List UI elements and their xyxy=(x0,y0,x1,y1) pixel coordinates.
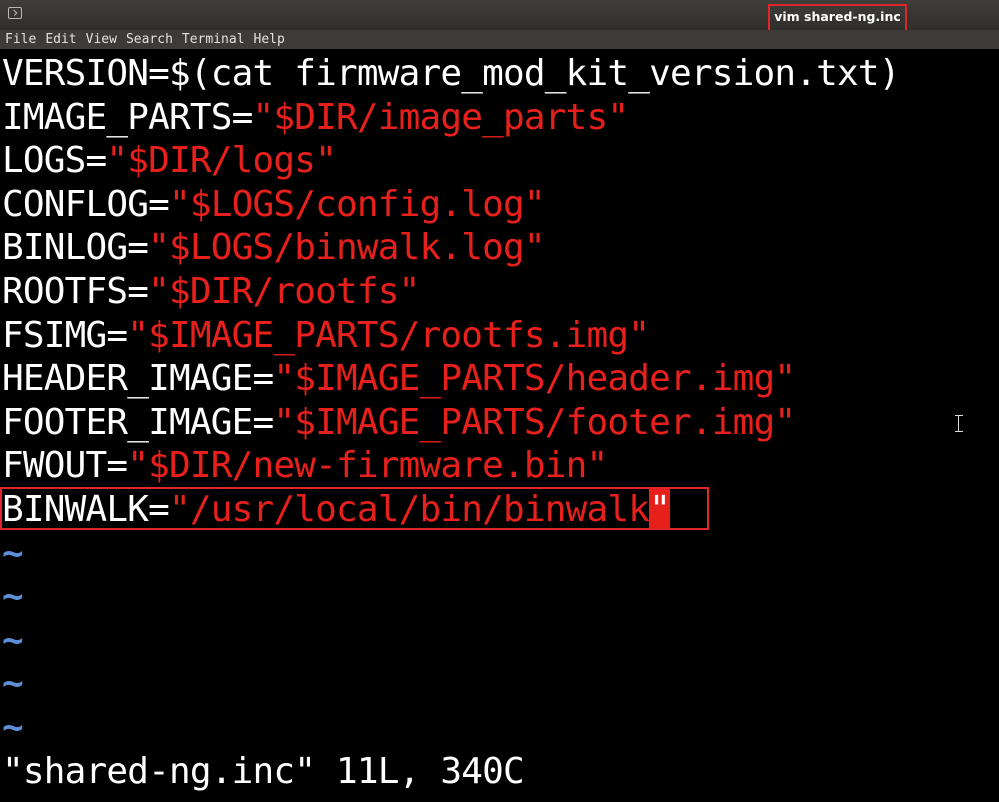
menu-bar: File Edit View Search Terminal Help xyxy=(0,30,999,49)
empty-line-marker: ~ xyxy=(2,532,24,574)
variable-name: ROOTFS= xyxy=(2,270,149,312)
variable-name: FOOTER_IMAGE= xyxy=(2,401,274,443)
empty-line-marker: ~ xyxy=(2,619,24,661)
variable-name: HEADER_IMAGE= xyxy=(2,358,274,400)
string-value: "/usr/local/bin/binwalk xyxy=(169,488,650,530)
code-line: BINLOG="$LOGS/binwalk.log" xyxy=(2,226,997,270)
string-value: "$IMAGE_PARTS/footer.img" xyxy=(273,401,796,443)
menu-search[interactable]: Search xyxy=(126,32,173,47)
menu-edit[interactable]: Edit xyxy=(45,32,76,47)
vim-editor-buffer[interactable]: VERSION=$(cat firmware_mod_kit_version.t… xyxy=(2,52,997,750)
variable-name: VERSION= xyxy=(2,53,170,94)
string-value: "$IMAGE_PARTS/rootfs.img" xyxy=(127,314,650,356)
string-value: "$IMAGE_PARTS/header.img" xyxy=(273,358,796,400)
menu-view[interactable]: View xyxy=(86,32,117,47)
text-cursor-ibeam-icon xyxy=(955,415,963,432)
code-line: CONFLOG="$LOGS/config.log" xyxy=(2,183,997,227)
code-line-current: BINWALK="/usr/local/bin/binwalk" xyxy=(2,488,997,532)
string-value: "$DIR/logs" xyxy=(106,140,336,182)
variable-name: BINWALK= xyxy=(2,488,170,530)
variable-name: FWOUT= xyxy=(2,445,128,487)
string-value: "$DIR/image_parts" xyxy=(252,96,630,138)
empty-line-marker: ~ xyxy=(2,663,24,705)
string-value: "$LOGS/binwalk.log" xyxy=(148,227,545,269)
variable-value: $(cat firmware_mod_kit_version.txt) xyxy=(169,53,900,94)
code-line: FWOUT="$DIR/new-firmware.bin" xyxy=(2,444,997,488)
variable-name: IMAGE_PARTS= xyxy=(2,96,253,138)
empty-line-marker: ~ xyxy=(2,706,24,748)
menu-file[interactable]: File xyxy=(5,32,36,47)
code-line: ROOTFS="$DIR/rootfs" xyxy=(2,270,997,314)
string-value: "$DIR/new-firmware.bin" xyxy=(127,445,608,487)
variable-name: FSIMG= xyxy=(2,314,128,356)
menu-help[interactable]: Help xyxy=(254,32,285,47)
string-value: "$DIR/rootfs" xyxy=(148,270,420,312)
title-bar: vim shared-ng.inc xyxy=(0,0,999,34)
string-value: "$LOGS/config.log" xyxy=(169,183,546,225)
code-line: IMAGE_PARTS="$DIR/image_parts" xyxy=(2,96,997,140)
variable-name: LOGS= xyxy=(2,140,107,182)
code-line: FSIMG="$IMAGE_PARTS/rootfs.img" xyxy=(2,314,997,358)
code-line: LOGS="$DIR/logs" xyxy=(2,139,997,183)
empty-line-marker: ~ xyxy=(2,576,24,618)
code-line: HEADER_IMAGE="$IMAGE_PARTS/header.img" xyxy=(2,357,997,401)
menu-terminal[interactable]: Terminal xyxy=(182,32,245,47)
variable-name: CONFLOG= xyxy=(2,183,170,225)
variable-name: BINLOG= xyxy=(2,227,149,269)
code-line: VERSION=$(cat firmware_mod_kit_version.t… xyxy=(2,52,997,96)
code-line: FOOTER_IMAGE="$IMAGE_PARTS/footer.img" xyxy=(2,401,997,445)
status-line: "shared-ng.inc" 11L, 340C xyxy=(2,751,525,792)
text-cursor: " xyxy=(649,488,671,530)
terminal-icon xyxy=(8,7,22,19)
